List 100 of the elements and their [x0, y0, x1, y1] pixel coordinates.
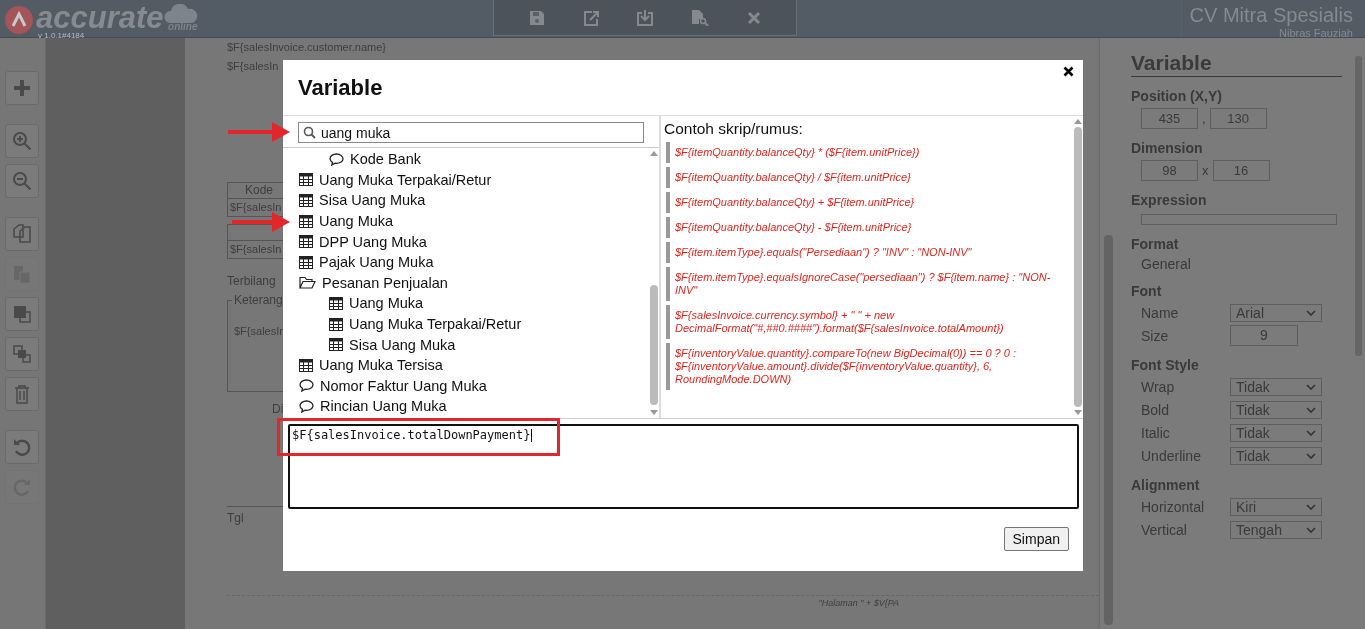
- tree-item[interactable]: DPP Uang Muka: [299, 231, 648, 252]
- table-icon: [299, 194, 313, 207]
- zoom-in-icon: [12, 131, 32, 151]
- property-label: Name: [1141, 304, 1180, 321]
- separator-text: x: [1202, 163, 1209, 178]
- scroll-up-icon: [1073, 119, 1082, 124]
- tree-item[interactable]: Rincian Uang Muka: [299, 396, 648, 417]
- property-label: Bold: [1141, 401, 1171, 418]
- table-icon: [329, 338, 343, 352]
- table-icon: [329, 317, 343, 331]
- bring-front-button[interactable]: [5, 297, 39, 331]
- section-heading: Alignment: [1131, 476, 1201, 494]
- table-icon: [299, 358, 313, 372]
- copy-icon: [12, 224, 32, 244]
- expression-input[interactable]: [1141, 214, 1337, 225]
- send-back-button[interactable]: [5, 337, 39, 371]
- tree-item[interactable]: Sisa Uang Muka: [299, 334, 648, 355]
- zoom-in-button[interactable]: [5, 124, 39, 158]
- tree-item[interactable]: Sisa Uang Muka: [299, 190, 648, 211]
- expression-editor[interactable]: $F{salesInvoice.totalDownPayment}: [288, 424, 1079, 509]
- script-example[interactable]: $F{itemQuantity.balanceQty} - $F{item.unitPrice}: [666, 217, 1064, 238]
- chevron-down-icon: [1306, 429, 1316, 436]
- download-icon: [637, 9, 654, 26]
- property-label: Size: [1141, 327, 1170, 344]
- pointer-arrow: [232, 212, 290, 232]
- tree-item[interactable]: Uang Muka Terpakai/Retur: [299, 169, 648, 191]
- dropdown[interactable]: Tidak: [1230, 400, 1322, 419]
- dialog-title: Variable: [298, 74, 383, 101]
- report-label: Tgl: [227, 511, 244, 525]
- report-field: $F{salesInvoice.customer.name}: [227, 40, 386, 54]
- undo-button[interactable]: [5, 430, 39, 464]
- script-example[interactable]: $F{itemQuantity.balanceQty} * ($F{item.unitPrice}): [666, 142, 1064, 163]
- height-input[interactable]: 16: [1212, 160, 1270, 181]
- open-folder-icon: [299, 276, 316, 290]
- close-icon[interactable]: [1063, 66, 1074, 77]
- copy-button[interactable]: [5, 217, 39, 251]
- search-icon: [303, 126, 316, 139]
- y-input[interactable]: 130: [1209, 108, 1267, 129]
- group-legend: Keterang: [232, 293, 285, 307]
- report-label: Terbilang: [227, 274, 276, 288]
- script-example[interactable]: $F{item.itemType}.equalsIgnoreCase("persediaan") ? $F{item.name} : "NON-INV": [666, 267, 1064, 301]
- plus-icon: [13, 79, 31, 97]
- speech-bubble-icon: [299, 379, 314, 393]
- pointer-arrow: [228, 122, 290, 142]
- tree-item[interactable]: Pesanan Penjualan: [299, 272, 648, 294]
- delete-button[interactable]: [5, 377, 39, 411]
- add-button[interactable]: [5, 71, 39, 105]
- examples-heading: Contoh skrip/rumus:: [664, 120, 804, 138]
- property-label: Vertical: [1141, 521, 1188, 538]
- script-example[interactable]: $F{inventoryValue.quantity}.compareTo(new BigDecimal(0)) == 0 ? 0 : $F{inventoryValue.amount}.divide($F{inventoryValue.quantity}, 6, RoundingMode.DOWN): [666, 343, 1064, 390]
- panel-title: Variable: [1131, 50, 1342, 77]
- separator-text: ,: [1202, 111, 1206, 126]
- script-example[interactable]: $F{itemQuantity.balanceQty} + $F{item.unitPrice}: [666, 192, 1064, 213]
- download-button[interactable]: [635, 7, 656, 28]
- tree-item[interactable]: Pajak Uang Muka: [299, 251, 648, 273]
- dropdown[interactable]: Tidak: [1230, 423, 1322, 442]
- undo-icon: [12, 437, 32, 457]
- width-input[interactable]: 98: [1141, 160, 1198, 181]
- format-value: General: [1141, 256, 1192, 272]
- dropdown[interactable]: Tengah: [1230, 520, 1322, 539]
- section-heading: Font: [1131, 282, 1163, 300]
- zoom-out-icon: [12, 171, 32, 191]
- speech-bubble-icon: [299, 399, 314, 413]
- tree-item[interactable]: Uang Muka Terpakai/Retur: [299, 313, 648, 335]
- property-label: Horizontal: [1141, 498, 1206, 515]
- property-label: Wrap: [1141, 378, 1176, 395]
- property-label: Underline: [1141, 447, 1202, 464]
- export-icon: [582, 9, 600, 26]
- search-field[interactable]: uang muka: [298, 122, 644, 143]
- speech-bubble-icon: [329, 152, 344, 166]
- file-search-icon: [691, 9, 710, 26]
- tree-item[interactable]: Kode Bank: [299, 149, 648, 170]
- chevron-down-icon: [1306, 309, 1316, 316]
- script-example[interactable]: $F{salesInvoice.currency.symbol} + " " + new DecimalFormat("#,##0.####").format($F{salesInvoice.totalAmount}): [666, 305, 1064, 339]
- version-text: v 1.0.1#4184: [38, 31, 86, 40]
- tree-item[interactable]: Uang Muka: [299, 293, 648, 314]
- chevron-down-icon: [1306, 383, 1316, 390]
- property-label: Italic: [1141, 424, 1171, 441]
- trash-icon: [14, 384, 30, 404]
- tree-item[interactable]: Uang Muka: [299, 210, 648, 232]
- logo-mark-icon: [4, 5, 34, 35]
- scroll-down-icon: [1073, 410, 1082, 415]
- section-heading: Font Style: [1131, 356, 1200, 374]
- save-button[interactable]: Simpan: [1003, 526, 1069, 551]
- report-field: $F{salesIn: [227, 59, 279, 73]
- dropdown[interactable]: Tidak: [1230, 446, 1322, 465]
- script-example[interactable]: $F{item.itemType}.equals("Persediaan") ? "INV" : "NON-INV": [666, 242, 1064, 263]
- zoom-out-button[interactable]: [5, 164, 39, 198]
- table-cell-text: $F{salesIn: [229, 200, 283, 215]
- dropdown[interactable]: Kiri: [1230, 497, 1322, 516]
- tree-item[interactable]: Uang Muka Tersisa: [299, 354, 648, 376]
- dropdown[interactable]: Tidak: [1230, 377, 1322, 396]
- section-heading: Dimension: [1131, 139, 1204, 157]
- dropdown[interactable]: Arial: [1230, 303, 1322, 322]
- scroll-down-icon: [649, 410, 658, 415]
- x-input[interactable]: 435: [1141, 108, 1198, 129]
- size-input[interactable]: 9: [1230, 325, 1298, 346]
- script-example[interactable]: $F{itemQuantity.balanceQty} / $F{item.unitPrice}: [666, 167, 1064, 188]
- scroll-up-icon: [649, 151, 658, 156]
- tree-item[interactable]: Nomor Faktur Uang Muka: [299, 375, 648, 397]
